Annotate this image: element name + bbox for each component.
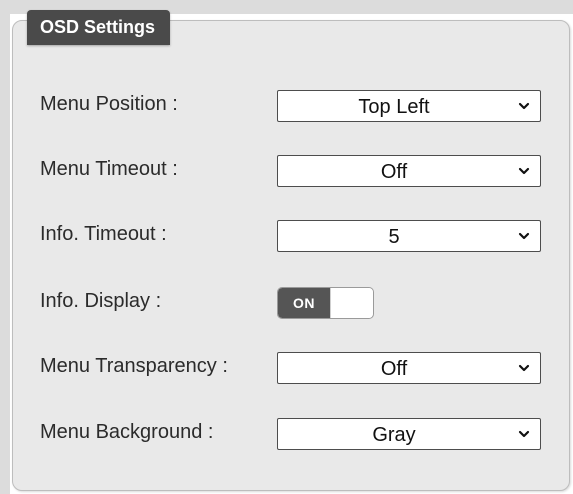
info-display-toggle[interactable]: ON	[277, 287, 374, 319]
menu-background-value: Gray	[372, 424, 416, 446]
setting-row-menu-transparency: Menu Transparency : Off	[0, 352, 573, 386]
menu-position-value: Top Left	[358, 96, 430, 118]
chevron-down-icon	[518, 430, 530, 438]
menu-background-label: Menu Background :	[40, 421, 214, 443]
info-display-label: Info. Display :	[40, 290, 162, 312]
chevron-down-icon	[518, 102, 530, 110]
setting-row-menu-background: Menu Background : Gray	[0, 418, 573, 452]
menu-position-select[interactable]: Top Left	[277, 90, 541, 122]
info-timeout-label: Info. Timeout :	[40, 223, 167, 245]
info-timeout-select[interactable]: 5	[277, 220, 541, 252]
setting-row-menu-position: Menu Position : Top Left	[0, 90, 573, 124]
panel-title-tab: OSD Settings	[27, 10, 171, 45]
chevron-down-icon	[518, 167, 530, 175]
menu-timeout-label: Menu Timeout :	[40, 158, 178, 180]
info-timeout-value: 5	[388, 226, 400, 248]
menu-position-label: Menu Position :	[40, 93, 178, 115]
setting-row-info-timeout: Info. Timeout : 5	[0, 220, 573, 254]
chevron-down-icon	[518, 232, 530, 240]
toggle-knob[interactable]	[330, 288, 373, 318]
menu-background-select[interactable]: Gray	[277, 418, 541, 450]
menu-timeout-select[interactable]: Off	[277, 155, 541, 187]
setting-row-menu-timeout: Menu Timeout : Off	[0, 155, 573, 189]
chevron-down-icon	[518, 364, 530, 372]
menu-transparency-select[interactable]: Off	[277, 352, 541, 384]
menu-timeout-value: Off	[380, 161, 408, 183]
menu-transparency-value: Off	[380, 358, 408, 380]
menu-transparency-label: Menu Transparency :	[40, 355, 228, 377]
setting-row-info-display: Info. Display : ON	[0, 287, 573, 321]
toggle-on-label: ON	[278, 288, 330, 318]
